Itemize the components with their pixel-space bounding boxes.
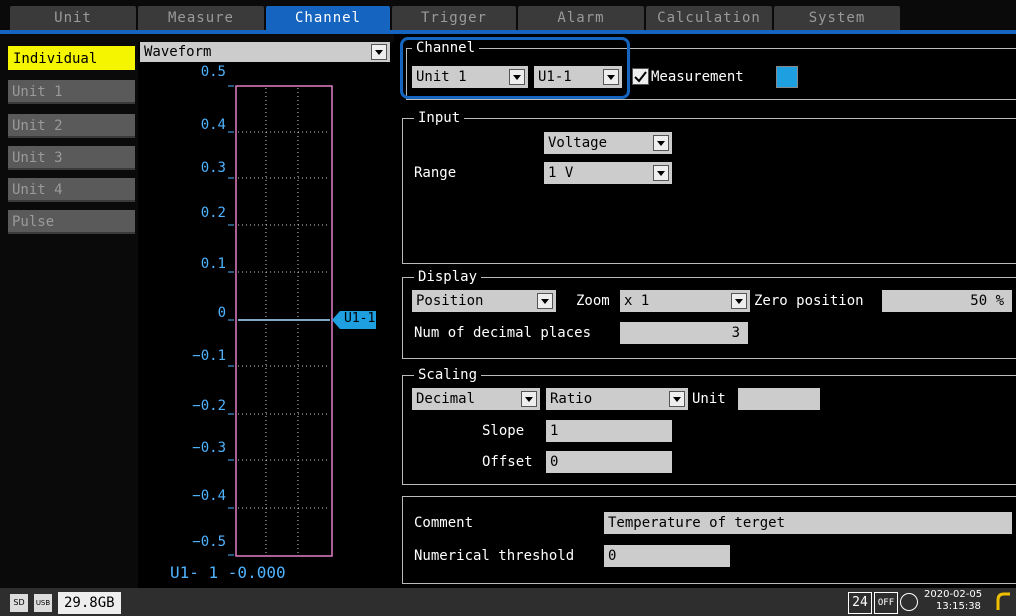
channel-color-swatch[interactable] <box>776 66 798 88</box>
readout: U1- 1 -0.000 <box>170 563 286 582</box>
tab-system[interactable]: System <box>774 6 900 30</box>
slope-label: Slope <box>482 423 525 439</box>
y-label: 0 <box>217 305 226 321</box>
sidebar-item-unit4[interactable]: Unit 4 <box>8 178 135 202</box>
display-position-select[interactable]: Position <box>412 290 556 312</box>
status-time: 13:15:38 <box>936 601 981 612</box>
y-label: −0.3 <box>192 440 226 456</box>
waveform-plot <box>228 85 333 557</box>
display-group-title: Display <box>414 269 482 285</box>
chevron-down-icon <box>653 165 669 181</box>
y-label: 0.1 <box>200 256 226 272</box>
chevron-down-icon <box>653 135 669 151</box>
zoom-label: Zoom <box>576 293 610 309</box>
input-group-title: Input <box>414 110 465 126</box>
slope-field[interactable]: 1 <box>546 420 672 442</box>
scaling-mode-select[interactable]: Decimal <box>412 388 540 410</box>
zero-position-field[interactable]: 50 % <box>882 290 1012 312</box>
sidebar-item-unit1[interactable]: Unit 1 <box>8 80 135 104</box>
tab-calculation[interactable]: Calculation <box>646 6 772 30</box>
channel-highlight <box>400 37 630 99</box>
zoom-value: x 1 <box>624 293 650 309</box>
chevron-down-icon <box>669 391 685 407</box>
tab-channel[interactable]: Channel <box>266 6 390 30</box>
scaling-group-title: Scaling <box>414 367 482 383</box>
waveform-selector-label: Waveform <box>144 44 212 60</box>
comment-label: Comment <box>414 515 474 531</box>
tab-unit[interactable]: Unit <box>10 6 136 30</box>
usb-icon: USB <box>34 594 52 612</box>
y-label: −0.1 <box>192 348 226 364</box>
badge-24-icon: 24 <box>848 592 872 614</box>
threshold-field[interactable]: 0 <box>604 545 730 567</box>
range-value: 1 V <box>548 165 574 181</box>
sidebar-item-unit2[interactable]: Unit 2 <box>8 114 135 138</box>
status-date: 2020-02-05 <box>924 589 983 600</box>
y-label: 0.5 <box>200 64 226 80</box>
tab-measure[interactable]: Measure <box>138 6 264 30</box>
scaling-mode-value: Decimal <box>416 391 476 407</box>
measurement-label: Measurement <box>651 69 744 85</box>
threshold-label: Numerical threshold <box>414 548 575 564</box>
scaling-type-value: Ratio <box>550 391 593 407</box>
chevron-down-icon <box>371 44 387 60</box>
y-label: 0.2 <box>200 205 226 221</box>
unit-label: Unit <box>692 391 726 407</box>
offset-field[interactable]: 0 <box>546 451 672 473</box>
zoom-select[interactable]: x 1 <box>620 290 750 312</box>
decimal-places-field[interactable]: 3 <box>620 322 748 344</box>
input-type-select[interactable]: Voltage <box>544 132 672 154</box>
sidebar-item-unit3[interactable]: Unit 3 <box>8 146 135 170</box>
chevron-down-icon <box>731 293 747 309</box>
tab-alarm[interactable]: Alarm <box>518 6 644 30</box>
measurement-checkbox[interactable] <box>632 68 649 85</box>
tab-trigger[interactable]: Trigger <box>392 6 516 30</box>
off-icon: OFF <box>874 592 898 614</box>
comment-group <box>402 496 1016 584</box>
y-label: 0.3 <box>200 160 226 176</box>
display-position-value: Position <box>416 293 484 309</box>
channel-marker-label: U1-1 <box>344 311 376 326</box>
unit-field[interactable] <box>738 388 820 410</box>
clock-sync-icon <box>900 593 918 611</box>
y-label: −0.2 <box>192 398 226 414</box>
storage-free: 29.8GB <box>58 592 121 614</box>
input-type-value: Voltage <box>548 135 608 151</box>
chevron-down-icon <box>521 391 537 407</box>
zero-position-label: Zero position <box>754 293 864 309</box>
y-label: −0.5 <box>192 534 226 550</box>
decimal-places-label: Num of decimal places <box>414 325 592 341</box>
scaling-type-select[interactable]: Ratio <box>546 388 688 410</box>
sidebar-item-pulse[interactable]: Pulse <box>8 210 135 234</box>
range-label: Range <box>414 165 457 181</box>
input-group <box>402 118 1016 264</box>
y-label: 0.4 <box>200 117 226 133</box>
chevron-down-icon <box>537 293 553 309</box>
waveform-selector[interactable]: Waveform <box>140 42 390 62</box>
sidebar-item-individual[interactable]: Individual <box>8 46 135 70</box>
sd-icon: SD <box>10 594 28 612</box>
cursor-icon <box>996 592 1010 610</box>
checkmark-icon <box>634 71 647 83</box>
y-label: −0.4 <box>192 488 226 504</box>
offset-label: Offset <box>482 454 533 470</box>
comment-field[interactable]: Temperature of terget <box>604 512 1012 534</box>
range-select[interactable]: 1 V <box>544 162 672 184</box>
